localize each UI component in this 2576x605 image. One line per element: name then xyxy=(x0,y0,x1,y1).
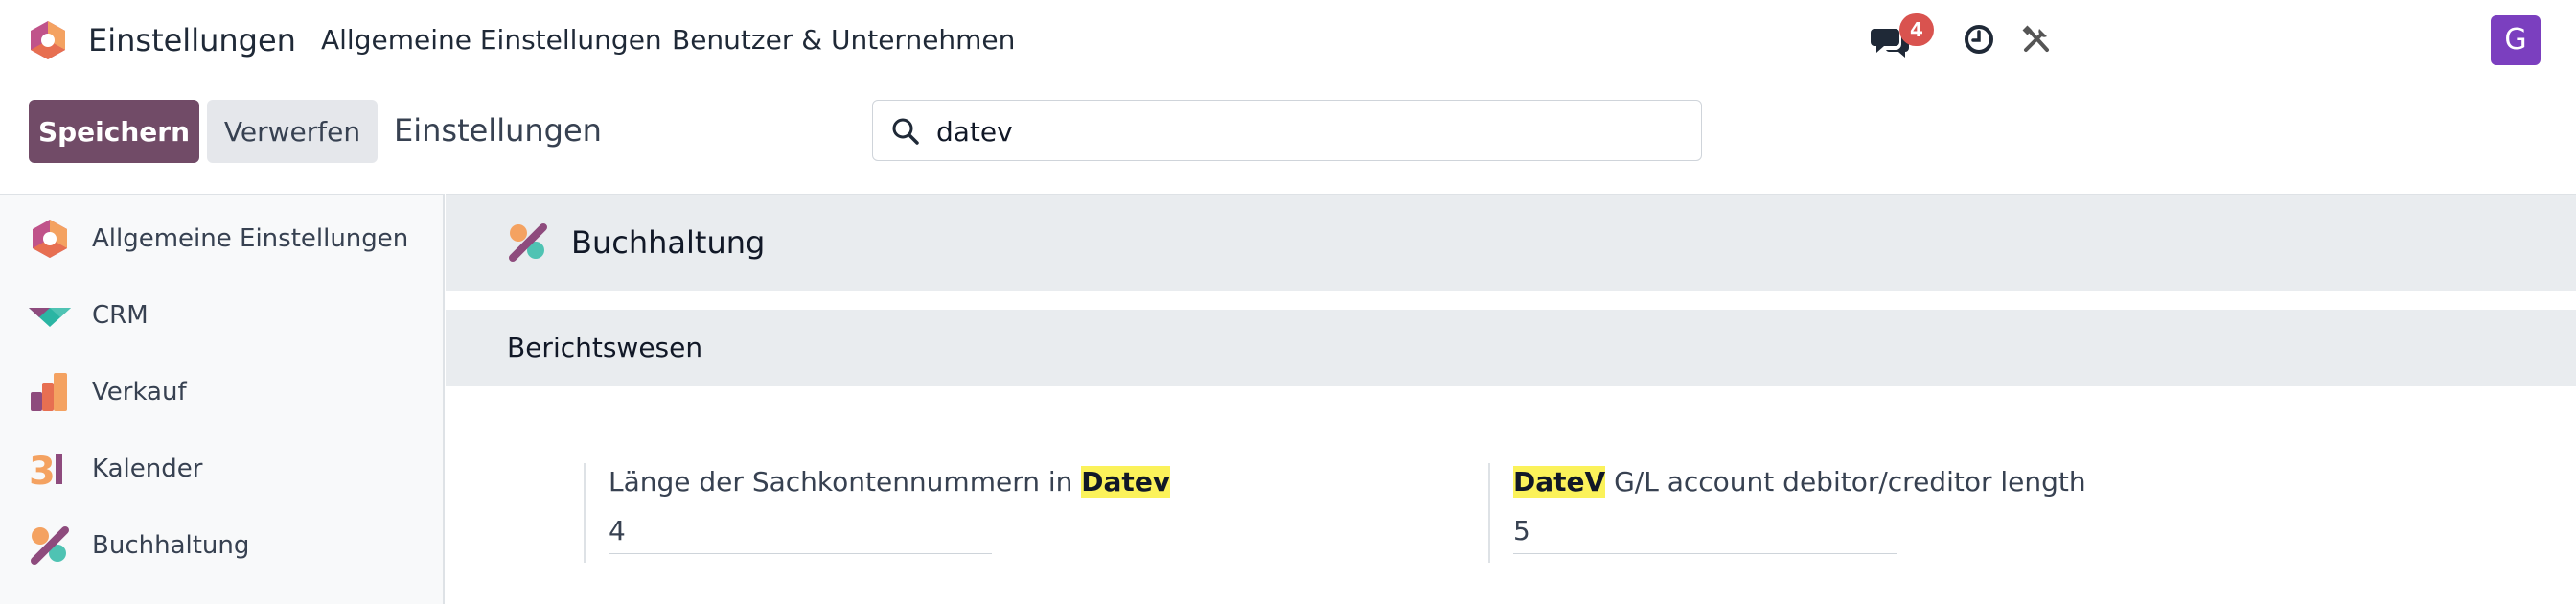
search-highlight: Datev xyxy=(1081,466,1171,498)
app-section-header: Buchhaltung xyxy=(446,195,2576,291)
crm-app-icon xyxy=(29,308,71,327)
sidebar-item-crm[interactable]: CRM xyxy=(0,281,443,348)
settings-block-header: Berichtswesen xyxy=(446,310,2576,386)
sidebar-item-label: CRM xyxy=(92,301,149,330)
sidebar-item-general-settings[interactable]: Allgemeine Einstellungen xyxy=(0,204,443,271)
svg-text:3: 3 xyxy=(29,450,56,490)
app-section-title: Buchhaltung xyxy=(571,224,766,261)
sidebar-item-accounting[interactable]: Buchhaltung xyxy=(0,511,443,578)
user-avatar[interactable]: G xyxy=(2491,15,2541,65)
sidebar-item-label: Verkauf xyxy=(92,378,187,407)
accounting-app-icon xyxy=(509,223,547,262)
menu-general-settings[interactable]: Allgemeine Einstellungen xyxy=(321,23,662,58)
tools-icon[interactable] xyxy=(2020,23,2053,56)
sales-app-icon xyxy=(31,373,67,411)
setting-label: Länge der Sachkontennummern in Datev xyxy=(609,463,1171,501)
settings-app-icon xyxy=(33,220,67,258)
chat-count-badge: 4 xyxy=(1899,13,1934,46)
setting-label: DateV G/L account debitor/creditor lengt… xyxy=(1513,463,2086,501)
sidebar-item-calendar[interactable]: 3 Kalender xyxy=(0,434,443,501)
settings-app-logo-icon[interactable] xyxy=(27,19,69,61)
search-highlight: DateV xyxy=(1513,466,1606,498)
accounting-app-icon xyxy=(31,526,69,565)
sidebar-item-sales[interactable]: Verkauf xyxy=(0,358,443,425)
top-navbar: Einstellungen Allgemeine Einstellungen B… xyxy=(0,0,2576,81)
label-text: G/L account debitor/creditor length xyxy=(1605,466,2086,498)
breadcrumb: Einstellungen xyxy=(394,112,602,149)
settings-sidebar: Allgemeine Einstellungen CRM Verkauf 3 K… xyxy=(0,194,445,604)
partner-length-input[interactable] xyxy=(1513,507,1897,554)
calendar-app-icon: 3 xyxy=(29,450,62,490)
sidebar-item-label: Kalender xyxy=(92,454,203,483)
setting-datev-partner-length: DateV G/L account debitor/creditor lengt… xyxy=(1488,463,2334,563)
save-button[interactable]: Speichern xyxy=(29,100,199,163)
sidebar-item-label: Allgemeine Einstellungen xyxy=(92,224,409,253)
account-length-input[interactable] xyxy=(609,507,992,554)
sidebar-item-label: Buchhaltung xyxy=(92,531,250,560)
clock-icon[interactable] xyxy=(1963,23,1995,56)
label-text: Länge der Sachkontennummern in xyxy=(609,466,1082,498)
setting-datev-account-length: Länge der Sachkontennummern in Datev xyxy=(584,463,1429,563)
search-box[interactable] xyxy=(872,100,1702,161)
search-input[interactable] xyxy=(934,110,1686,152)
menu-users-companies[interactable]: Benutzer & Unternehmen xyxy=(672,23,1015,58)
search-icon xyxy=(892,118,919,145)
app-title[interactable]: Einstellungen xyxy=(88,19,296,61)
discard-button[interactable]: Verwerfen xyxy=(207,100,378,163)
settings-block-title: Berichtswesen xyxy=(507,332,703,363)
settings-main: Buchhaltung Berichtswesen Länge der Sach… xyxy=(446,194,2576,605)
